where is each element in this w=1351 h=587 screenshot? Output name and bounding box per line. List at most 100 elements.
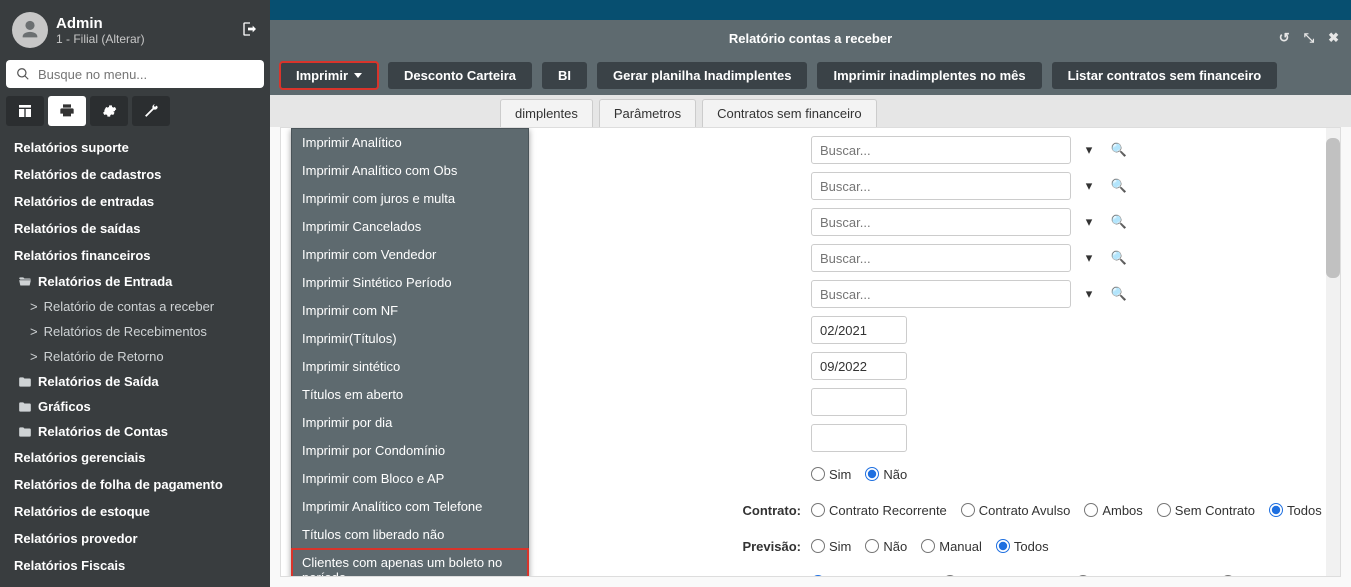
search-combo[interactable] xyxy=(811,208,1071,236)
dropdown-item[interactable]: Imprimir(Títulos) xyxy=(292,325,528,353)
search-icon[interactable]: 🔍 xyxy=(1107,244,1131,272)
date-to[interactable] xyxy=(811,352,907,380)
page-title-bar: Relatório contas a receber ↺ ⤡ ✖ xyxy=(270,20,1351,56)
radio-option[interactable]: Contrato Recorrente xyxy=(811,503,947,518)
text-field[interactable] xyxy=(811,388,907,416)
search-icon[interactable]: 🔍 xyxy=(1107,172,1131,200)
dropdown-item[interactable]: Imprimir por dia xyxy=(292,409,528,437)
radio-option[interactable]: Manual xyxy=(921,539,982,554)
print-icon[interactable] xyxy=(48,96,86,126)
nav-item[interactable]: Relatórios de estoque xyxy=(6,498,264,525)
chevron-down-icon[interactable]: ▾ xyxy=(1077,136,1101,164)
search-icon[interactable]: 🔍 xyxy=(1107,136,1131,164)
sidebar-iconbar xyxy=(6,96,264,126)
wrench-icon[interactable] xyxy=(132,96,170,126)
layout-icon[interactable] xyxy=(6,96,44,126)
dropdown-item[interactable]: Clientes com apenas um boleto no período xyxy=(292,549,528,577)
nav-folder[interactable]: Gráficos xyxy=(6,394,264,419)
toolbar-button[interactable]: Desconto Carteira xyxy=(388,62,532,89)
nav-folder-open[interactable]: Relatórios de Entrada xyxy=(6,269,264,294)
search-icon[interactable]: 🔍 xyxy=(1107,208,1131,236)
toolbar: Imprimir Desconto Carteira BI Gerar plan… xyxy=(270,56,1351,95)
chevron-down-icon[interactable]: ▾ xyxy=(1077,208,1101,236)
search-combo[interactable] xyxy=(811,244,1071,272)
chevron-down-icon[interactable]: ▾ xyxy=(1077,244,1101,272)
nav-item[interactable]: Relatórios gerenciais xyxy=(6,444,264,471)
tab[interactable]: dimplentes xyxy=(500,99,593,127)
toolbar-button[interactable]: Imprimir inadimplentes no mês xyxy=(817,62,1041,89)
dropdown-item[interactable]: Imprimir Analítico com Telefone xyxy=(292,493,528,521)
radio-option[interactable]: Não xyxy=(865,467,907,482)
chevron-down-icon[interactable]: ▾ xyxy=(1077,172,1101,200)
dropdown-item[interactable]: Imprimir Cancelados xyxy=(292,213,528,241)
user-row: Admin 1 - Filial (Alterar) xyxy=(6,8,264,52)
radio-option[interactable]: Todas xyxy=(1221,575,1274,578)
close-icon[interactable]: ✖ xyxy=(1328,30,1339,46)
search-input[interactable] xyxy=(38,67,254,82)
dropdown-item[interactable]: Títulos em aberto xyxy=(292,381,528,409)
radio-option[interactable]: Sem Contrato xyxy=(1157,503,1255,518)
toolbar-button[interactable]: Listar contratos sem financeiro xyxy=(1052,62,1278,89)
nav-sub-item[interactable]: >Relatório de contas a receber xyxy=(6,294,264,319)
cogs-icon[interactable] xyxy=(90,96,128,126)
main: Relatório contas a receber ↺ ⤡ ✖ Imprimi… xyxy=(270,0,1351,587)
radio-option[interactable]: Sim xyxy=(811,467,851,482)
nav-item[interactable]: Relatórios de folha de pagamento xyxy=(6,471,264,498)
user-branch[interactable]: 1 - Filial (Alterar) xyxy=(56,32,145,46)
page-title: Relatório contas a receber xyxy=(729,31,892,46)
signout-icon[interactable] xyxy=(242,21,258,40)
titlebar-icons: ↺ ⤡ ✖ xyxy=(1279,30,1339,46)
search-combo[interactable] xyxy=(811,280,1071,308)
history-icon[interactable]: ↺ xyxy=(1279,30,1290,46)
nav-item[interactable]: Relatórios de cadastros xyxy=(6,161,264,188)
text-field[interactable] xyxy=(811,424,907,452)
nav-item[interactable]: Relatórios Fiscais xyxy=(6,552,264,579)
scrollbar[interactable] xyxy=(1326,128,1340,576)
radio-option[interactable]: Não xyxy=(865,539,907,554)
dropdown-item[interactable]: Imprimir Sintético Período xyxy=(292,269,528,297)
dropdown-item[interactable]: Imprimir sintético xyxy=(292,353,528,381)
expand-icon[interactable]: ⤡ xyxy=(1304,30,1314,46)
nav-folder[interactable]: Relatórios de Saída xyxy=(6,369,264,394)
nav-sub-item[interactable]: >Relatório de Retorno xyxy=(6,344,264,369)
date-from[interactable] xyxy=(811,316,907,344)
tab[interactable]: Contratos sem financeiro xyxy=(702,99,877,127)
dropdown-item[interactable]: Imprimir Analítico xyxy=(292,129,528,157)
nav-sub-item[interactable]: >Relatórios de Recebimentos xyxy=(6,319,264,344)
search-combo[interactable] xyxy=(811,136,1071,164)
dropdown-item[interactable]: Imprimir com Bloco e AP xyxy=(292,465,528,493)
radio-option[interactable]: Contas a receber xyxy=(811,575,929,578)
form-area: Imprimir AnalíticoImprimir Analítico com… xyxy=(280,127,1341,577)
dropdown-item[interactable]: Imprimir com NF xyxy=(292,297,528,325)
nav-folder[interactable]: Relatórios de Contas xyxy=(6,419,264,444)
dropdown-item[interactable]: Imprimir por Condomínio xyxy=(292,437,528,465)
nav-item[interactable]: Relatórios provedor xyxy=(6,525,264,552)
radio-option[interactable]: Todos xyxy=(1269,503,1322,518)
nav-item[interactable]: Relatórios de entradas xyxy=(6,188,264,215)
nav-item[interactable]: Relatórios financeiros xyxy=(6,242,264,269)
menu-search[interactable] xyxy=(6,60,264,88)
toolbar-button[interactable]: Gerar planilha Inadimplentes xyxy=(597,62,807,89)
toolbar-button[interactable]: BI xyxy=(542,62,587,89)
user-name: Admin xyxy=(56,15,145,32)
dropdown-item[interactable]: Imprimir Analítico com Obs xyxy=(292,157,528,185)
nav-item[interactable]: Relatórios de saídas xyxy=(6,215,264,242)
search-combo[interactable] xyxy=(811,172,1071,200)
radio-option[interactable]: Contrato Avulso xyxy=(961,503,1071,518)
dropdown-item[interactable]: Imprimir com Vendedor xyxy=(292,241,528,269)
dropdown-item[interactable]: Títulos com liberado não xyxy=(292,521,528,549)
radio-option[interactable]: Todos xyxy=(996,539,1049,554)
chevron-down-icon[interactable]: ▾ xyxy=(1077,280,1101,308)
search-icon[interactable]: 🔍 xyxy=(1107,280,1131,308)
scrollbar-thumb[interactable] xyxy=(1326,138,1340,278)
print-dropdown-menu: Imprimir AnalíticoImprimir Analítico com… xyxy=(291,128,529,577)
radio-option[interactable]: Sim xyxy=(811,539,851,554)
radio-option[interactable]: Ambos xyxy=(1084,503,1142,518)
contrato-group: Contrato Recorrente Contrato Avulso Ambos S… xyxy=(811,503,1322,518)
tab[interactable]: Parâmetros xyxy=(599,99,696,127)
print-dropdown-button[interactable]: Imprimir xyxy=(280,62,378,89)
radio-option[interactable]: Contas recebidas xyxy=(943,575,1062,578)
radio-option[interactable]: Contas Canceladas xyxy=(1076,575,1207,578)
dropdown-item[interactable]: Imprimir com juros e multa xyxy=(292,185,528,213)
nav-item[interactable]: Relatórios suporte xyxy=(6,134,264,161)
